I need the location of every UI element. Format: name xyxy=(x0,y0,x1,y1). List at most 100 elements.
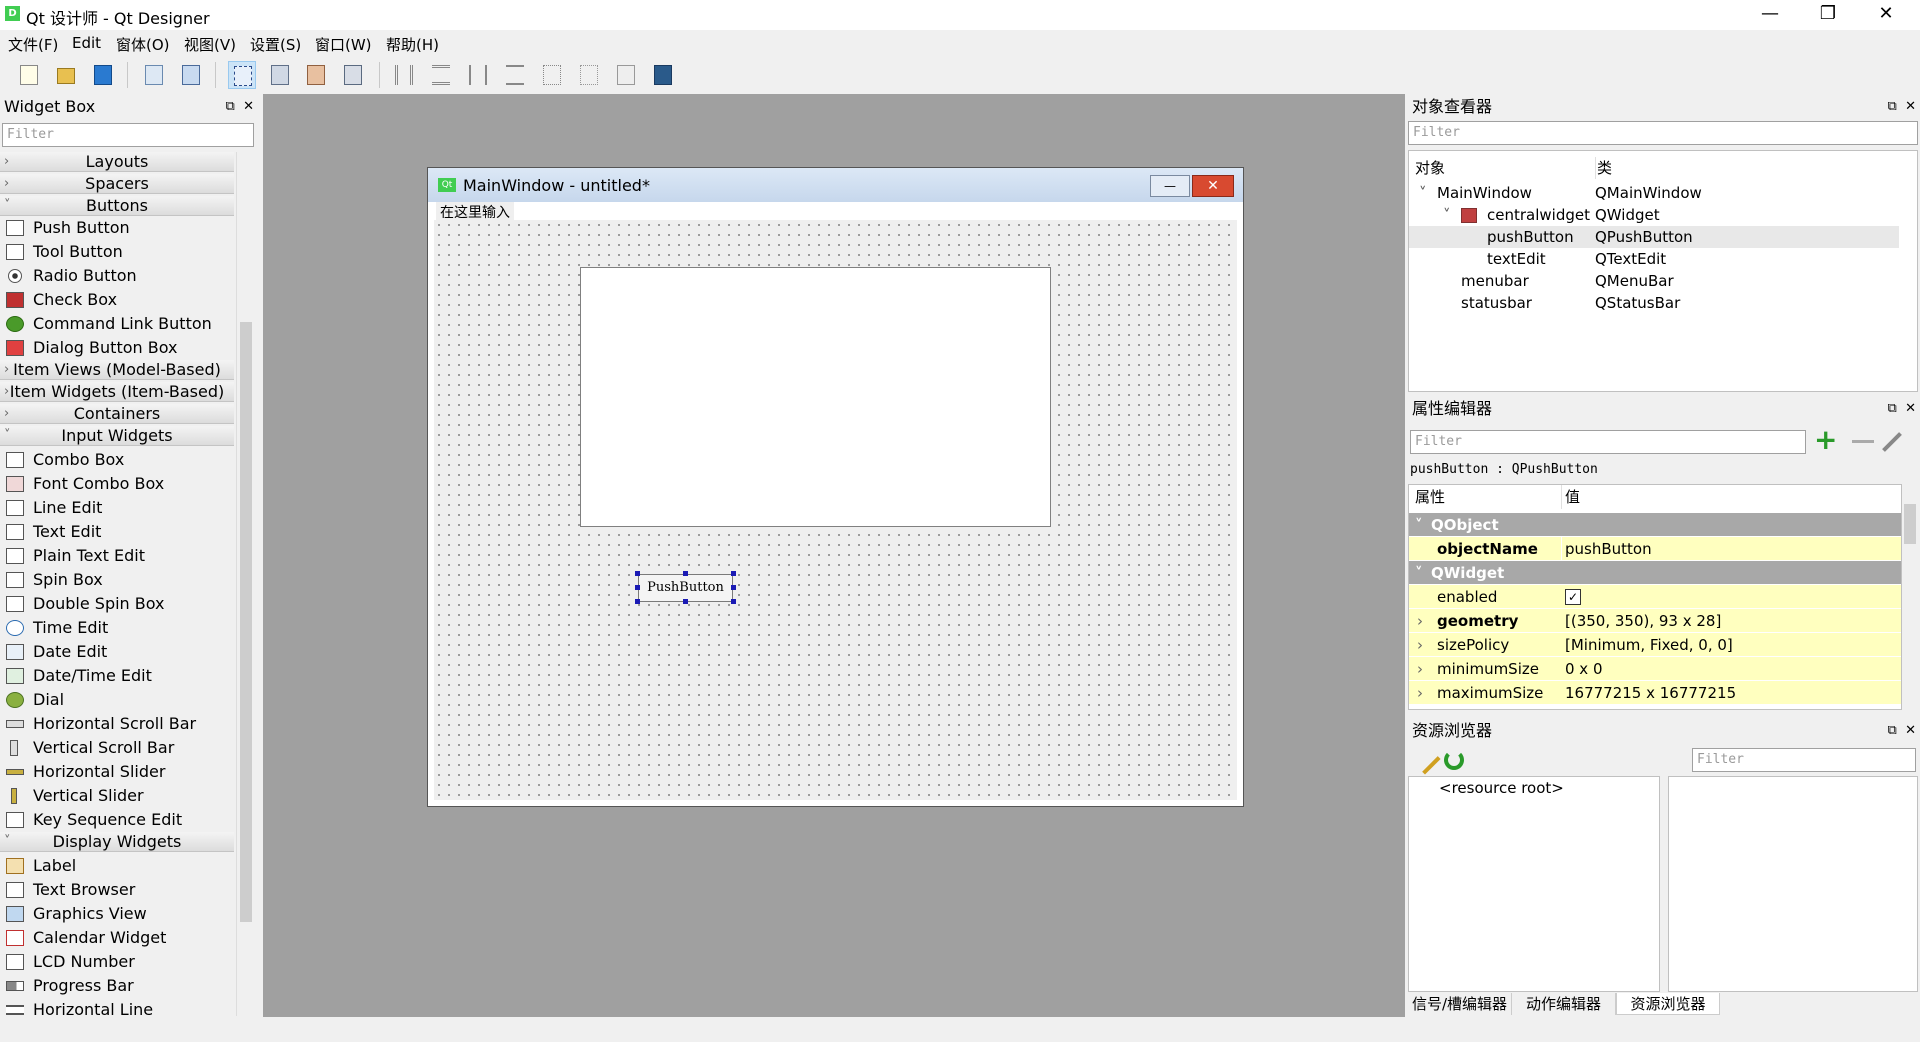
category-display-widgets[interactable]: ˅ Display Widgets xyxy=(0,832,234,852)
layout-horizontal-icon[interactable] xyxy=(390,61,418,89)
edit-buddies-icon[interactable] xyxy=(302,61,330,89)
layout-grid-icon[interactable] xyxy=(538,61,566,89)
widget-item-progress-bar[interactable]: Progress Bar xyxy=(0,974,234,998)
widget-item-date-edit[interactable]: Date Edit xyxy=(0,640,234,664)
form-text-edit[interactable] xyxy=(580,267,1051,527)
chevron-down-icon[interactable]: ˅ xyxy=(1443,204,1451,226)
menu-settings[interactable]: 设置(S) xyxy=(250,34,301,55)
widget-item-horizontal-slider[interactable]: Horizontal Slider xyxy=(0,760,234,784)
layout-form-icon[interactable] xyxy=(575,61,603,89)
widget-item-tool-button[interactable]: Tool Button xyxy=(0,240,234,264)
tree-row[interactable]: ˅ centralwidget QWidget xyxy=(1409,204,1899,226)
widget-item-horizontal-scroll-bar[interactable]: Horizontal Scroll Bar xyxy=(0,712,234,736)
widget-item-combo-box[interactable]: Combo Box xyxy=(0,448,234,472)
open-folder-icon[interactable] xyxy=(52,61,80,89)
form-close-button[interactable]: ✕ xyxy=(1192,175,1234,197)
selection-handle[interactable] xyxy=(635,599,640,604)
widget-item-line-edit[interactable]: Line Edit xyxy=(0,496,234,520)
widget-box-scrollbar[interactable] xyxy=(236,152,254,1016)
property-row-minimumsize[interactable]: › minimumSize 0 x 0 xyxy=(1409,657,1901,681)
menu-view[interactable]: 视图(V) xyxy=(184,34,236,55)
reload-icon[interactable] xyxy=(1444,750,1464,770)
tree-row[interactable]: textEdit QTextEdit xyxy=(1409,248,1899,270)
tab-signal-slot-editor[interactable]: 信号/槽编辑器 xyxy=(1408,993,1512,1015)
dock-float-close-icons[interactable]: ⧉ ✕ xyxy=(1888,398,1916,420)
selection-handle[interactable] xyxy=(683,571,688,576)
widget-item-double-spin-box[interactable]: Double Spin Box xyxy=(0,592,234,616)
tree-row[interactable]: statusbar QStatusBar xyxy=(1409,292,1899,314)
widget-item-push-button[interactable]: Push Button xyxy=(0,216,234,240)
dock-float-close-icons[interactable]: ⧉ ✕ xyxy=(226,96,254,118)
chevron-right-icon[interactable]: › xyxy=(1417,609,1423,633)
edit-widgets-icon[interactable] xyxy=(228,61,256,89)
layout-horizontal-splitter-icon[interactable] xyxy=(464,61,492,89)
selection-handle[interactable] xyxy=(731,585,736,590)
window-tile-icon[interactable] xyxy=(177,61,205,89)
menu-type-here-placeholder[interactable]: 在这里输入 xyxy=(436,202,514,222)
menu-file[interactable]: 文件(F) xyxy=(8,34,58,55)
property-section-qwidget[interactable]: ˅ QWidget xyxy=(1409,561,1901,585)
form-push-button[interactable]: PushButton xyxy=(638,574,733,602)
property-row-objectname[interactable]: objectName pushButton xyxy=(1409,537,1901,561)
tab-action-editor[interactable]: 动作编辑器 xyxy=(1512,993,1616,1015)
save-icon[interactable] xyxy=(89,61,117,89)
property-row-enabled[interactable]: enabled ✓ xyxy=(1409,585,1901,609)
add-dynamic-property-icon[interactable]: + xyxy=(1814,426,1837,454)
category-spacers[interactable]: › Spacers xyxy=(0,174,234,194)
menu-window[interactable]: 窗口(W) xyxy=(315,34,372,55)
chevron-down-icon[interactable]: ˅ xyxy=(1419,182,1427,204)
widget-item-radio-button[interactable]: Radio Button xyxy=(0,264,234,288)
widget-item-text-edit[interactable]: Text Edit xyxy=(0,520,234,544)
widget-item-vertical-scroll-bar[interactable]: Vertical Scroll Bar xyxy=(0,736,234,760)
property-value[interactable]: 0 x 0 xyxy=(1565,657,1603,681)
widget-item-font-combo-box[interactable]: Font Combo Box xyxy=(0,472,234,496)
layout-vertical-icon[interactable] xyxy=(427,61,455,89)
widget-item-check-box[interactable]: Check Box xyxy=(0,288,234,312)
menu-help[interactable]: 帮助(H) xyxy=(386,34,439,55)
widget-item-time-edit[interactable]: Time Edit xyxy=(0,616,234,640)
widget-item-plain-text-edit[interactable]: Plain Text Edit xyxy=(0,544,234,568)
property-value[interactable]: pushButton xyxy=(1565,537,1652,561)
tab-resource-browser[interactable]: 资源浏览器 xyxy=(1616,993,1720,1015)
selection-handle[interactable] xyxy=(635,585,640,590)
scrollbar-thumb[interactable] xyxy=(240,322,252,922)
resource-filter-input[interactable]: Filter xyxy=(1692,748,1916,772)
tree-row[interactable]: ˅ MainWindow QMainWindow xyxy=(1409,182,1899,204)
window-cascade-icon[interactable] xyxy=(140,61,168,89)
category-containers[interactable]: › Containers xyxy=(0,404,234,424)
form-central-widget[interactable]: PushButton xyxy=(434,220,1237,800)
edit-resources-pencil-icon[interactable] xyxy=(1409,743,1441,775)
menu-form[interactable]: 窗体(O) xyxy=(116,34,170,55)
edit-tab-order-icon[interactable] xyxy=(339,61,367,89)
menu-edit[interactable]: Edit xyxy=(72,34,101,52)
form-minimize-button[interactable]: — xyxy=(1150,175,1190,197)
selection-handle[interactable] xyxy=(731,599,736,604)
layout-vertical-splitter-icon[interactable] xyxy=(501,61,529,89)
widget-item-text-browser[interactable]: Text Browser xyxy=(0,878,234,902)
form-window[interactable]: Qt MainWindow - untitled* — ✕ 在这里输入 Push… xyxy=(427,167,1244,807)
property-value[interactable]: [Minimum, Fixed, 0, 0] xyxy=(1565,633,1733,657)
category-layouts[interactable]: › Layouts xyxy=(0,152,234,172)
widget-item-graphics-view[interactable]: Graphics View xyxy=(0,902,234,926)
dock-float-close-icons[interactable]: ⧉ ✕ xyxy=(1888,720,1916,742)
category-buttons[interactable]: ˅ Buttons xyxy=(0,196,234,216)
selection-handle[interactable] xyxy=(731,571,736,576)
enabled-checkbox[interactable]: ✓ xyxy=(1565,589,1581,605)
selection-handle[interactable] xyxy=(683,599,688,604)
chevron-right-icon[interactable]: › xyxy=(1417,633,1423,657)
widget-item-calendar-widget[interactable]: Calendar Widget xyxy=(0,926,234,950)
widget-item-spin-box[interactable]: Spin Box xyxy=(0,568,234,592)
scrollbar-thumb[interactable] xyxy=(1904,504,1916,544)
new-file-icon[interactable] xyxy=(15,61,43,89)
close-button[interactable]: ✕ xyxy=(1857,0,1915,30)
widget-item-datetime-edit[interactable]: Date/Time Edit xyxy=(0,664,234,688)
tree-row[interactable]: menubar QMenuBar xyxy=(1409,270,1899,292)
chevron-right-icon[interactable]: › xyxy=(1417,681,1423,705)
dock-float-close-icons[interactable]: ⧉ ✕ xyxy=(1888,96,1916,118)
widget-box-filter-input[interactable]: Filter xyxy=(2,123,254,147)
category-item-widgets[interactable]: › Item Widgets (Item-Based) xyxy=(0,382,234,402)
widget-item-horizontal-line[interactable]: Horizontal Line xyxy=(0,998,234,1016)
restore-button[interactable]: ❐ xyxy=(1799,0,1857,30)
column-value[interactable]: 值 xyxy=(1565,485,1580,509)
break-layout-icon[interactable] xyxy=(612,61,640,89)
